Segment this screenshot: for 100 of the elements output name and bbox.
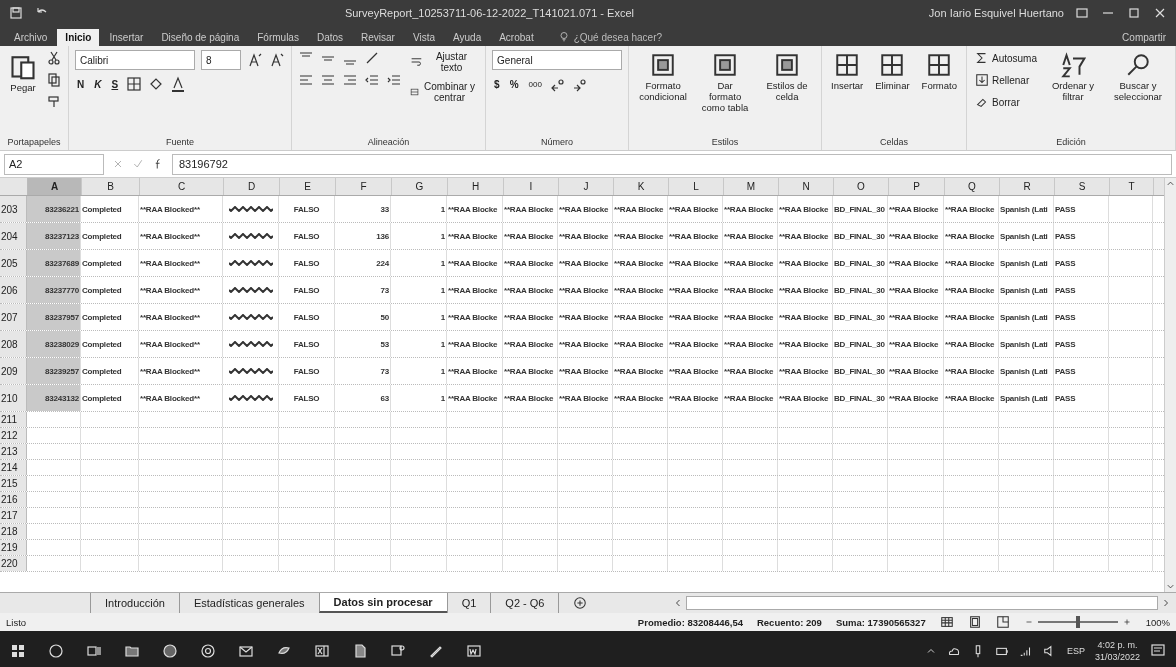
folder-icon[interactable] (124, 643, 140, 659)
increase-indent-icon[interactable] (386, 72, 402, 88)
circle-icon[interactable] (48, 643, 64, 659)
column-header[interactable]: C (140, 178, 224, 195)
row-number[interactable]: 204 (0, 223, 27, 249)
percent-button[interactable]: % (507, 77, 521, 91)
row-number[interactable]: 220 (0, 556, 27, 571)
page-break-icon[interactable] (995, 615, 1010, 629)
column-header[interactable]: O (834, 178, 889, 195)
mail-icon[interactable] (238, 643, 254, 659)
column-header[interactable]: S (1055, 178, 1110, 195)
sort-filter-button[interactable]: Ordenar y filtrar (1045, 50, 1101, 105)
italic-button[interactable]: K (92, 77, 104, 91)
horizontal-scrollbar[interactable] (686, 596, 1158, 610)
row-number[interactable]: 213 (0, 444, 27, 459)
page-layout-icon[interactable] (967, 615, 982, 629)
ribbon-tab[interactable]: Vista (404, 29, 443, 46)
row-number[interactable]: 211 (0, 412, 27, 427)
wrap-text-button[interactable]: Ajustar texto (408, 50, 480, 74)
column-header[interactable]: F (336, 178, 392, 195)
underline-button[interactable]: S (109, 77, 121, 91)
cells-button[interactable]: Insertar (828, 50, 867, 94)
column-header[interactable]: Q (945, 178, 1000, 195)
row-number[interactable]: 219 (0, 540, 27, 555)
column-header[interactable]: I (504, 178, 559, 195)
number-format-dropdown[interactable]: General (492, 50, 623, 70)
lightbulb-icon[interactable] (557, 31, 570, 43)
row-number[interactable]: 216 (0, 492, 27, 507)
zoom-thumb[interactable] (1075, 616, 1080, 628)
ribbon-display-icon[interactable] (1074, 5, 1090, 21)
row-number[interactable]: 205 (0, 250, 27, 276)
currency-button[interactable]: $ (492, 77, 502, 91)
merge-center-button[interactable]: Combinar y centrar (408, 80, 480, 104)
ribbon-tab[interactable]: Insertar (101, 29, 152, 46)
row-number[interactable]: 203 (0, 196, 27, 222)
fill-button[interactable]: Rellenar (972, 72, 1039, 88)
decrease-decimal-icon[interactable] (571, 76, 588, 92)
font-family-dropdown[interactable]: Calibri (75, 50, 195, 70)
grow-font-icon[interactable] (247, 52, 263, 68)
sheet-tab[interactable]: Datos sin procesar (318, 593, 447, 613)
task-view-icon[interactable] (86, 643, 102, 659)
column-header[interactable]: A (28, 178, 82, 195)
column-header[interactable]: J (559, 178, 614, 195)
column-header[interactable]: H (448, 178, 504, 195)
browser-icon[interactable] (200, 643, 216, 659)
paste-button[interactable]: Pegar (6, 50, 40, 96)
row-number[interactable]: 206 (0, 277, 27, 303)
column-header[interactable]: B (82, 178, 140, 195)
ribbon-tab[interactable]: Fórmulas (249, 29, 307, 46)
increase-decimal-icon[interactable] (549, 76, 566, 92)
notifications-icon[interactable] (1150, 643, 1166, 659)
row-number[interactable]: 207 (0, 304, 27, 330)
spreadsheet-app-icon[interactable] (314, 643, 330, 659)
windows-start-icon[interactable] (10, 643, 26, 659)
row-number[interactable]: 210 (0, 385, 27, 411)
align-right-icon[interactable] (342, 72, 358, 88)
row-number[interactable]: 214 (0, 460, 27, 475)
shrink-font-icon[interactable] (269, 52, 285, 68)
row-number[interactable]: 215 (0, 476, 27, 491)
thousands-button[interactable]: 000 (526, 78, 544, 90)
ribbon-tab[interactable]: Diseño de página (153, 29, 248, 46)
row-number[interactable]: 218 (0, 524, 27, 539)
format-painter-icon[interactable] (46, 94, 62, 110)
column-header[interactable]: N (779, 178, 834, 195)
column-header[interactable]: D (224, 178, 280, 195)
cells-button[interactable]: Formato (918, 50, 960, 94)
cells-button[interactable]: Eliminar (872, 50, 913, 94)
row-number[interactable]: 209 (0, 358, 27, 384)
normal-view-icon[interactable] (939, 615, 954, 629)
styles-button[interactable]: Dar formato como tabla (697, 50, 754, 116)
scissors-icon[interactable] (46, 50, 62, 66)
ribbon-tab[interactable]: Datos (308, 29, 352, 46)
borders-icon[interactable] (126, 76, 143, 92)
bold-button[interactable]: N (75, 77, 87, 91)
font-size-dropdown[interactable]: 8 (201, 50, 241, 70)
orientation-icon[interactable] (364, 50, 380, 66)
row-number[interactable]: 212 (0, 428, 27, 443)
check-icon[interactable] (132, 158, 144, 170)
document-icon[interactable] (352, 643, 368, 659)
tell-me-field[interactable]: ¿Qué desea hacer? (573, 31, 663, 43)
input-language[interactable]: ESP (1066, 646, 1085, 656)
ribbon-tab[interactable]: Ayuda (445, 29, 490, 46)
ribbon-tab[interactable]: Inicio (57, 29, 100, 46)
ribbon-tab[interactable]: Archivo (6, 29, 56, 46)
copy-icon[interactable] (46, 72, 62, 88)
column-header[interactable]: E (280, 178, 336, 195)
column-header[interactable]: M (724, 178, 779, 195)
row-number[interactable]: 208 (0, 331, 27, 357)
decrease-indent-icon[interactable] (364, 72, 380, 88)
column-header[interactable]: K (614, 178, 669, 195)
align-left-icon[interactable] (298, 72, 314, 88)
column-header[interactable]: T (1110, 178, 1154, 195)
autosum-button[interactable]: Autosuma (972, 50, 1039, 66)
font-color-icon[interactable] (170, 76, 187, 92)
column-header[interactable]: L (669, 178, 724, 195)
column-header[interactable]: R (1000, 178, 1055, 195)
clear-button[interactable]: Borrar (972, 94, 1039, 110)
add-sheet-icon[interactable] (573, 596, 588, 610)
maximize-icon[interactable] (1126, 5, 1142, 21)
ribbon-tab[interactable]: Revisar (353, 29, 403, 46)
